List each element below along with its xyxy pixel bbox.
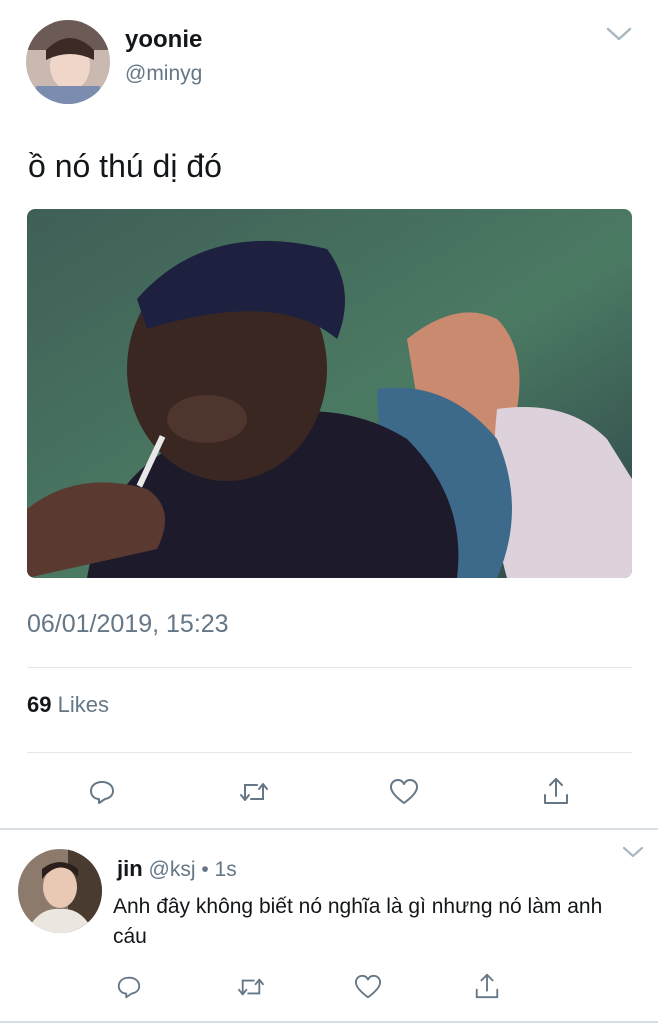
like-icon bbox=[354, 974, 381, 999]
like-icon bbox=[390, 779, 418, 804]
reply-retweet-button[interactable] bbox=[232, 970, 270, 1004]
reply-separator: • bbox=[201, 858, 209, 881]
share-icon bbox=[544, 778, 568, 804]
reply-like-button[interactable] bbox=[349, 970, 387, 1004]
retweet-icon bbox=[238, 978, 264, 996]
divider bbox=[27, 752, 632, 753]
reply-handle[interactable]: @ksj bbox=[149, 858, 196, 881]
author-display-name[interactable]: yoonie bbox=[125, 26, 202, 54]
reply-time[interactable]: 1s bbox=[215, 858, 237, 881]
likes-count: 69 bbox=[27, 692, 52, 717]
tweet-text: ồ nó thú dị đó bbox=[28, 148, 222, 184]
likes-label: Likes bbox=[57, 692, 109, 717]
reply-display-name[interactable]: jin bbox=[117, 856, 143, 881]
reply-chevron-down-icon[interactable] bbox=[618, 842, 648, 862]
reply-share-button[interactable] bbox=[468, 968, 506, 1004]
reply-icon bbox=[90, 781, 114, 804]
author-handle[interactable]: @minyg bbox=[125, 62, 202, 86]
divider bbox=[27, 667, 632, 668]
chevron-down-icon[interactable] bbox=[602, 22, 636, 46]
like-button[interactable] bbox=[384, 774, 424, 810]
reply-icon bbox=[117, 976, 141, 999]
retweet-icon bbox=[240, 783, 268, 801]
tweet-timestamp[interactable]: 06/01/2019, 15:23 bbox=[27, 610, 229, 639]
reply-button[interactable] bbox=[82, 774, 122, 810]
likes-stat[interactable]: 69 Likes bbox=[27, 692, 109, 718]
reply-header: jin @ksj • 1s bbox=[117, 856, 237, 882]
reply-author-avatar[interactable] bbox=[18, 849, 102, 933]
tweet-photo[interactable] bbox=[27, 209, 632, 578]
reply-text: Anh đây không biết nó nghĩa là gì nhưng … bbox=[113, 895, 603, 948]
section-separator bbox=[0, 828, 658, 830]
share-button[interactable] bbox=[536, 772, 576, 810]
share-icon bbox=[475, 973, 499, 999]
reply-reply-button[interactable] bbox=[110, 970, 148, 1004]
bottom-separator bbox=[0, 1021, 658, 1023]
retweet-button[interactable] bbox=[234, 774, 274, 810]
author-avatar[interactable] bbox=[26, 20, 110, 104]
